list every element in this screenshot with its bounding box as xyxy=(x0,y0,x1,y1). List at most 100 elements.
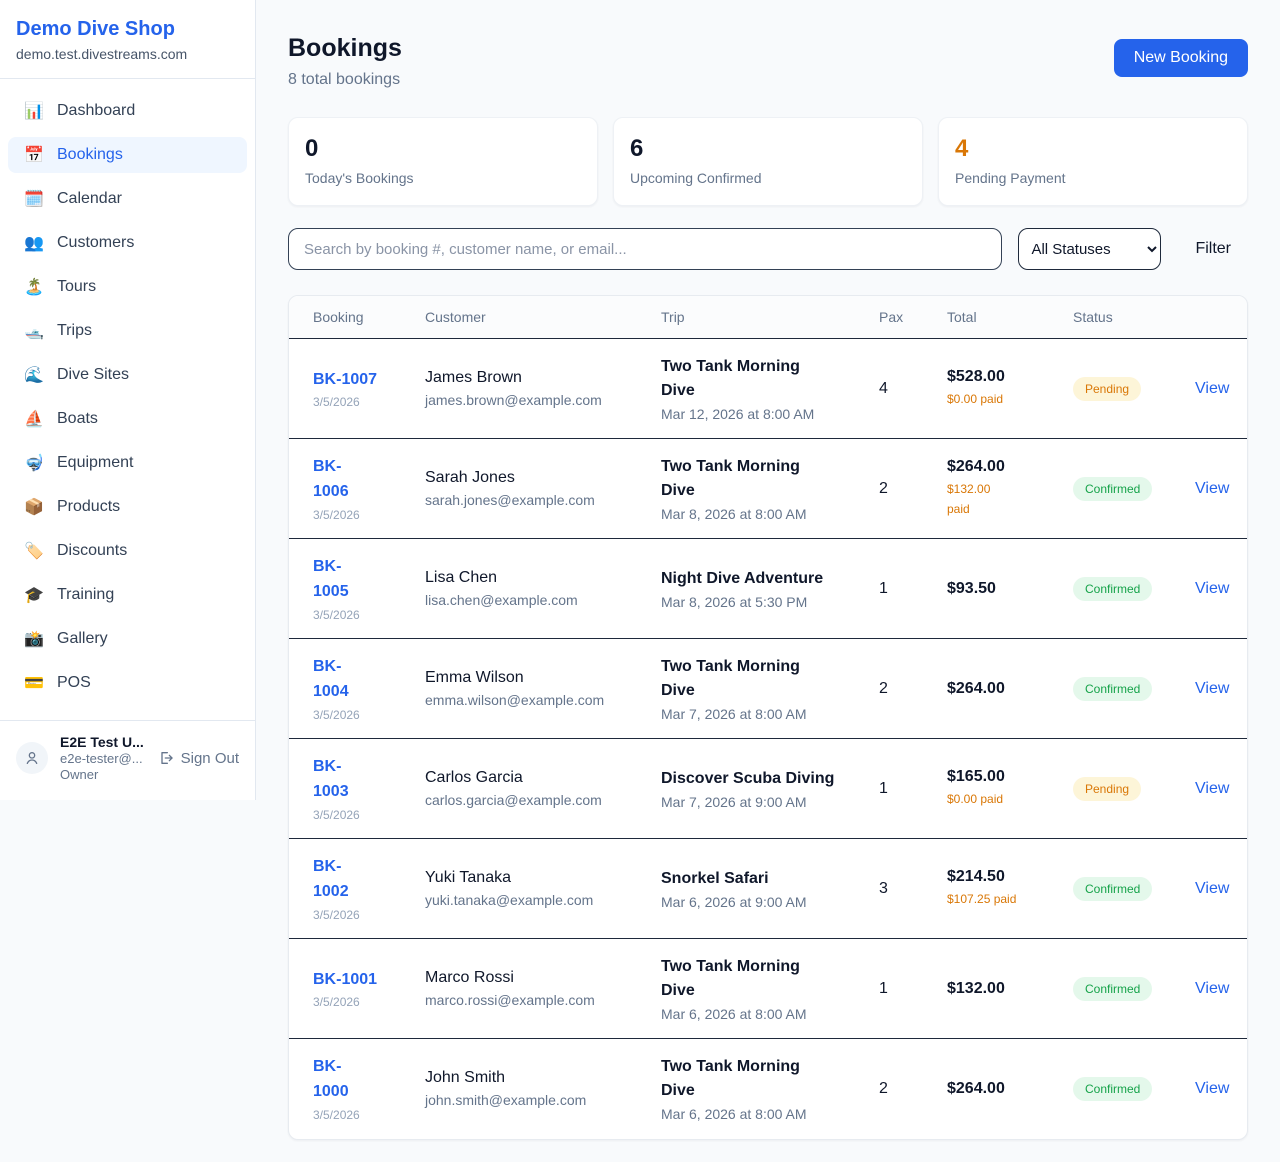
status-badge: Pending xyxy=(1073,777,1141,801)
total-amount: $132.00 xyxy=(947,980,1049,998)
sidebar-item-tours[interactable]: 🏝️ Tours xyxy=(8,269,247,305)
sidebar-item-dashboard[interactable]: 📊 Dashboard xyxy=(8,93,247,129)
status-filter-select[interactable]: All Statuses xyxy=(1018,228,1161,270)
sidebar-item-equipment[interactable]: 🤿 Equipment xyxy=(8,445,247,481)
booking-number-link[interactable]: BK- 1000 xyxy=(313,1055,349,1105)
table-row: BK- 1003 3/5/2026 Carlos Garcia carlos.g… xyxy=(289,739,1248,839)
booking-number-link[interactable]: BK-1007 xyxy=(313,368,377,393)
table-row: BK- 1006 3/5/2026 Sarah Jones sarah.jone… xyxy=(289,439,1248,539)
sidebar-item-gallery[interactable]: 📸 Gallery xyxy=(8,621,247,657)
customer-name: John Smith xyxy=(425,1069,637,1087)
view-link[interactable]: View xyxy=(1195,680,1229,697)
customer-name: Sarah Jones xyxy=(425,469,637,487)
paid-amount: $0.00 paid xyxy=(947,390,1049,409)
booking-date: 3/5/2026 xyxy=(313,995,401,1009)
customer-name: Emma Wilson xyxy=(425,669,637,687)
user-section: E2E Test U... e2e-tester@... Owner Sign … xyxy=(0,720,255,800)
trip-datetime: Mar 6, 2026 at 9:00 AM xyxy=(661,894,855,910)
sidebar-item-calendar[interactable]: 🗓️ Calendar xyxy=(8,181,247,217)
table-row: BK- 1005 3/5/2026 Lisa Chen lisa.chen@ex… xyxy=(289,539,1248,639)
view-link[interactable]: View xyxy=(1195,780,1229,797)
sign-out-button[interactable]: Sign Out xyxy=(158,750,239,767)
trip-datetime: Mar 6, 2026 at 8:00 AM xyxy=(661,1006,855,1022)
search-input[interactable] xyxy=(288,228,1002,270)
sidebar-item-label: Calendar xyxy=(57,190,122,208)
column-header-trip: Trip xyxy=(649,296,867,339)
booking-number-link[interactable]: BK- 1005 xyxy=(313,555,349,605)
total-amount: $93.50 xyxy=(947,580,1049,598)
status-badge: Confirmed xyxy=(1073,977,1152,1001)
sidebar-item-trips[interactable]: 🛥️ Trips xyxy=(8,313,247,349)
page-header: Bookings 8 total bookings New Booking xyxy=(288,34,1248,89)
trip-datetime: Mar 7, 2026 at 8:00 AM xyxy=(661,706,855,722)
status-badge: Confirmed xyxy=(1073,577,1152,601)
stat-label: Today's Bookings xyxy=(305,170,581,186)
sidebar-item-label: Boats xyxy=(57,410,98,428)
sidebar-item-label: Customers xyxy=(57,234,134,252)
view-link[interactable]: View xyxy=(1195,480,1229,497)
booking-number-link[interactable]: BK- 1003 xyxy=(313,755,349,805)
sign-out-label: Sign Out xyxy=(181,750,239,767)
booking-number-link[interactable]: BK-1001 xyxy=(313,968,377,993)
filter-bar: All Statuses Filter xyxy=(288,228,1248,270)
sidebar-item-bookings[interactable]: 📅 Bookings xyxy=(8,137,247,173)
table-row: BK-1007 3/5/2026 James Brown james.brown… xyxy=(289,339,1248,439)
booking-number-link[interactable]: BK- 1002 xyxy=(313,855,349,905)
booking-date: 3/5/2026 xyxy=(313,908,401,922)
view-link[interactable]: View xyxy=(1195,580,1229,597)
table-row: BK- 1004 3/5/2026 Emma Wilson emma.wilso… xyxy=(289,639,1248,739)
filter-button[interactable]: Filter xyxy=(1178,240,1248,258)
view-link[interactable]: View xyxy=(1195,1080,1229,1097)
brand-header: Demo Dive Shop demo.test.divestreams.com xyxy=(0,0,255,79)
customer-email: emma.wilson@example.com xyxy=(425,692,637,708)
pax-count: 2 xyxy=(879,480,888,497)
column-header-actions xyxy=(1183,296,1248,339)
sidebar-item-boats[interactable]: ⛵ Boats xyxy=(8,401,247,437)
stat-value: 4 xyxy=(955,135,1231,163)
trip-datetime: Mar 8, 2026 at 8:00 AM xyxy=(661,506,855,522)
trip-datetime: Mar 7, 2026 at 9:00 AM xyxy=(661,794,855,810)
booking-date: 3/5/2026 xyxy=(313,808,401,822)
pax-count: 2 xyxy=(879,1080,888,1097)
logout-icon xyxy=(158,750,174,766)
booking-date: 3/5/2026 xyxy=(313,608,401,622)
sidebar-item-label: POS xyxy=(57,674,91,692)
booking-number-link[interactable]: BK- 1006 xyxy=(313,455,349,505)
total-amount: $214.50 xyxy=(947,868,1049,886)
shop-domain: demo.test.divestreams.com xyxy=(16,46,239,62)
person-icon xyxy=(24,750,40,766)
paid-amount: $132.00 paid xyxy=(947,480,1049,518)
people-icon: 👥 xyxy=(24,233,44,253)
credit-card-icon: 💳 xyxy=(24,673,44,693)
pax-count: 1 xyxy=(879,580,888,597)
new-booking-button[interactable]: New Booking xyxy=(1114,39,1248,77)
trip-name: Two Tank Morning Dive xyxy=(661,455,837,503)
bookings-table-card: Booking Customer Trip Pax Total Status B… xyxy=(288,295,1248,1140)
pax-count: 4 xyxy=(879,380,888,397)
sidebar-item-discounts[interactable]: 🏷️ Discounts xyxy=(8,533,247,569)
total-amount: $264.00 xyxy=(947,458,1049,476)
view-link[interactable]: View xyxy=(1195,980,1229,997)
view-link[interactable]: View xyxy=(1195,880,1229,897)
customer-name: Yuki Tanaka xyxy=(425,869,637,887)
sidebar-item-label: Gallery xyxy=(57,630,108,648)
customer-email: carlos.garcia@example.com xyxy=(425,792,637,808)
view-link[interactable]: View xyxy=(1195,380,1229,397)
shop-name: Demo Dive Shop xyxy=(16,18,239,41)
status-badge: Confirmed xyxy=(1073,877,1152,901)
sidebar-item-training[interactable]: 🎓 Training xyxy=(8,577,247,613)
sidebar-item-pos[interactable]: 💳 POS xyxy=(8,665,247,701)
customer-email: john.smith@example.com xyxy=(425,1092,637,1108)
sidebar-item-label: Training xyxy=(57,586,114,604)
pax-count: 2 xyxy=(879,680,888,697)
diving-mask-icon: 🤿 xyxy=(24,453,44,473)
table-header-row: Booking Customer Trip Pax Total Status xyxy=(289,296,1248,339)
sailboat-icon: ⛵ xyxy=(24,409,44,429)
booking-date: 3/5/2026 xyxy=(313,708,401,722)
status-badge: Confirmed xyxy=(1073,1077,1152,1101)
sidebar-item-products[interactable]: 📦 Products xyxy=(8,489,247,525)
sidebar-item-customers[interactable]: 👥 Customers xyxy=(8,225,247,261)
booking-number-link[interactable]: BK- 1004 xyxy=(313,655,349,705)
column-header-customer: Customer xyxy=(413,296,649,339)
sidebar-item-dive-sites[interactable]: 🌊 Dive Sites xyxy=(8,357,247,393)
